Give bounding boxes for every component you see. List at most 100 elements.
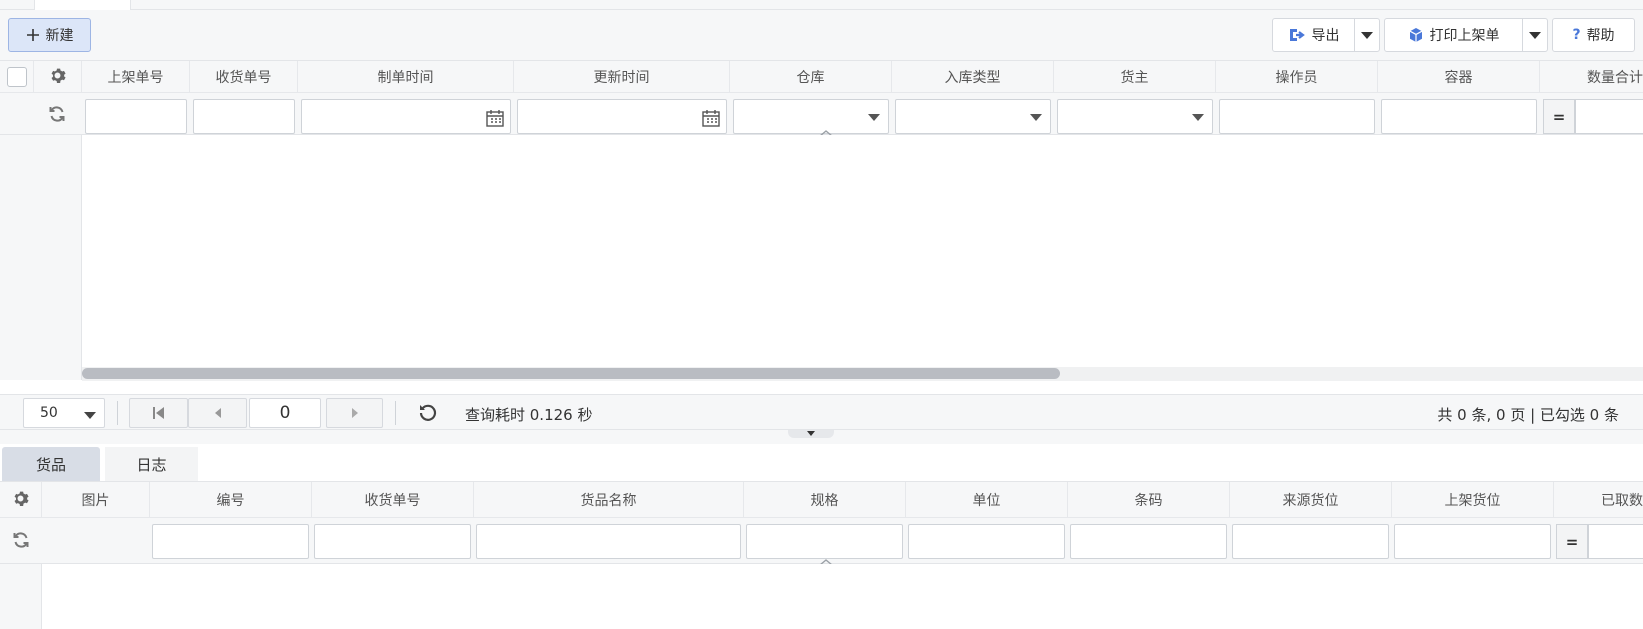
created-time-filter-input[interactable]: [301, 99, 511, 134]
detail-tabs: 货品 日志: [0, 444, 1643, 482]
tab-log[interactable]: 日志: [105, 447, 198, 481]
container-filter-input[interactable]: [1381, 99, 1537, 134]
grid-filter-row: =: [0, 93, 1643, 137]
help-button-label: 帮助: [1586, 28, 1615, 44]
refresh-icon[interactable]: [12, 531, 30, 553]
unit-filter-input[interactable]: [908, 524, 1065, 559]
column-header[interactable]: 数量合计: [1540, 61, 1643, 93]
putaway-location-filter-input[interactable]: [1394, 524, 1551, 559]
code-filter-input[interactable]: [152, 524, 309, 559]
chevron-down-icon: [868, 114, 880, 121]
column-header[interactable]: 上架单号: [82, 61, 190, 93]
tab-goods[interactable]: 货品: [2, 447, 100, 481]
record-summary-text: 共 0 条, 0 页 | 已勾选 0 条: [1437, 406, 1619, 424]
column-header[interactable]: 已取数: [1554, 482, 1643, 518]
inbound-type-filter-select[interactable]: [895, 99, 1051, 134]
query-time-text: 查询耗时 0.126 秒: [465, 406, 593, 424]
new-button[interactable]: 新建: [8, 18, 91, 52]
page-size-value: 50: [40, 405, 58, 421]
chevron-down-icon: [1361, 31, 1373, 39]
column-header[interactable]: 单位: [906, 482, 1068, 518]
page-number-input[interactable]: 0: [249, 398, 321, 428]
refresh-icon[interactable]: [48, 105, 66, 127]
goods-name-filter-input[interactable]: [476, 524, 741, 559]
gear-icon: [49, 67, 66, 88]
export-icon: [1288, 27, 1306, 43]
chevron-down-icon: [1529, 31, 1541, 39]
cube-icon: [1408, 27, 1424, 43]
first-page-button[interactable]: [129, 398, 188, 428]
receipt-no-filter-input[interactable]: [314, 524, 471, 559]
picked-qty-filter-input[interactable]: [1588, 524, 1643, 559]
print-putaway-button[interactable]: 打印上架单: [1384, 18, 1523, 52]
goods-grid: 图片 编号 收货单号 货品名称 规格 单位 条码 来源货位 上架货位 已取数 =: [0, 482, 1643, 629]
calendar-icon[interactable]: [702, 109, 720, 131]
column-header[interactable]: 图片: [42, 482, 150, 518]
pagination-bar: 50 0 查询耗时 0.126 秒 共 0 条, 0 页 | 已勾选 0 条: [0, 394, 1643, 430]
row-header-column: [0, 135, 82, 380]
chevron-down-icon: [807, 431, 815, 436]
panel-splitter[interactable]: [0, 430, 1643, 444]
grid-header-row: 上架单号 收货单号 制单时间 更新时间 仓库 入库类型 货主 操作员 容器 数量…: [0, 61, 1643, 93]
first-page-icon: [152, 407, 164, 419]
column-header[interactable]: 收货单号: [190, 61, 298, 93]
print-putaway-button-label: 打印上架单: [1429, 28, 1500, 44]
column-header[interactable]: 上架货位: [1392, 482, 1554, 518]
prev-page-icon: [214, 408, 221, 418]
column-header[interactable]: 仓库: [730, 61, 892, 93]
grid-header-row: 图片 编号 收货单号 货品名称 规格 单位 条码 来源货位 上架货位 已取数: [0, 482, 1643, 518]
top-tab-strip: [0, 0, 1643, 10]
putaway-grid: 上架单号 收货单号 制单时间 更新时间 仓库 入库类型 货主 操作员 容器 数量…: [0, 60, 1643, 394]
help-button[interactable]: ? 帮助: [1552, 18, 1635, 52]
column-header[interactable]: 收货单号: [312, 482, 474, 518]
column-header[interactable]: 货品名称: [474, 482, 744, 518]
column-header[interactable]: 制单时间: [298, 61, 514, 93]
owner-filter-select[interactable]: [1057, 99, 1213, 134]
chevron-down-icon: [84, 412, 96, 419]
splitter-handle[interactable]: [788, 430, 834, 438]
updated-time-filter-input[interactable]: [517, 99, 727, 134]
top-tab-stub[interactable]: [34, 0, 131, 10]
barcode-filter-input[interactable]: [1070, 524, 1227, 559]
receipt-no-filter-input[interactable]: [193, 99, 295, 134]
gear-icon: [12, 490, 29, 511]
column-settings-cell[interactable]: [0, 482, 42, 518]
calendar-icon[interactable]: [486, 109, 504, 131]
equals-operator-button[interactable]: =: [1556, 524, 1588, 559]
divider: [117, 401, 118, 425]
spec-filter-input[interactable]: [746, 524, 903, 559]
source-location-filter-input[interactable]: [1232, 524, 1389, 559]
next-page-button[interactable]: [326, 398, 383, 428]
grid-filter-row: =: [0, 518, 1643, 566]
column-header[interactable]: 入库类型: [892, 61, 1054, 93]
next-page-icon: [351, 408, 358, 418]
plus-icon: [26, 28, 40, 42]
column-header[interactable]: 条码: [1068, 482, 1230, 518]
column-header[interactable]: 操作员: [1216, 61, 1378, 93]
warehouse-filter-select[interactable]: [733, 99, 889, 134]
column-header[interactable]: 规格: [744, 482, 906, 518]
reload-icon[interactable]: [418, 402, 438, 426]
row-header-column: [0, 564, 42, 629]
column-settings-cell[interactable]: [34, 61, 82, 93]
prev-page-button[interactable]: [188, 398, 247, 428]
new-button-label: 新建: [45, 28, 74, 44]
select-all-checkbox[interactable]: [6, 67, 27, 87]
divider: [395, 401, 396, 425]
operator-filter-input[interactable]: [1219, 99, 1375, 134]
grid-body: [0, 564, 1643, 629]
equals-operator-button[interactable]: =: [1543, 99, 1575, 134]
page-size-select[interactable]: 50: [23, 398, 105, 428]
chevron-down-icon: [1030, 114, 1042, 121]
quantity-total-filter-input[interactable]: [1575, 99, 1643, 134]
export-button[interactable]: 导出: [1272, 18, 1355, 52]
column-header[interactable]: 更新时间: [514, 61, 730, 93]
export-dropdown-toggle[interactable]: [1354, 18, 1380, 52]
column-header[interactable]: 来源货位: [1230, 482, 1392, 518]
horizontal-scrollbar-thumb[interactable]: [82, 368, 1060, 379]
putaway-no-filter-input[interactable]: [85, 99, 187, 134]
column-header[interactable]: 容器: [1378, 61, 1540, 93]
print-dropdown-toggle[interactable]: [1522, 18, 1548, 52]
column-header[interactable]: 编号: [150, 482, 312, 518]
column-header[interactable]: 货主: [1054, 61, 1216, 93]
